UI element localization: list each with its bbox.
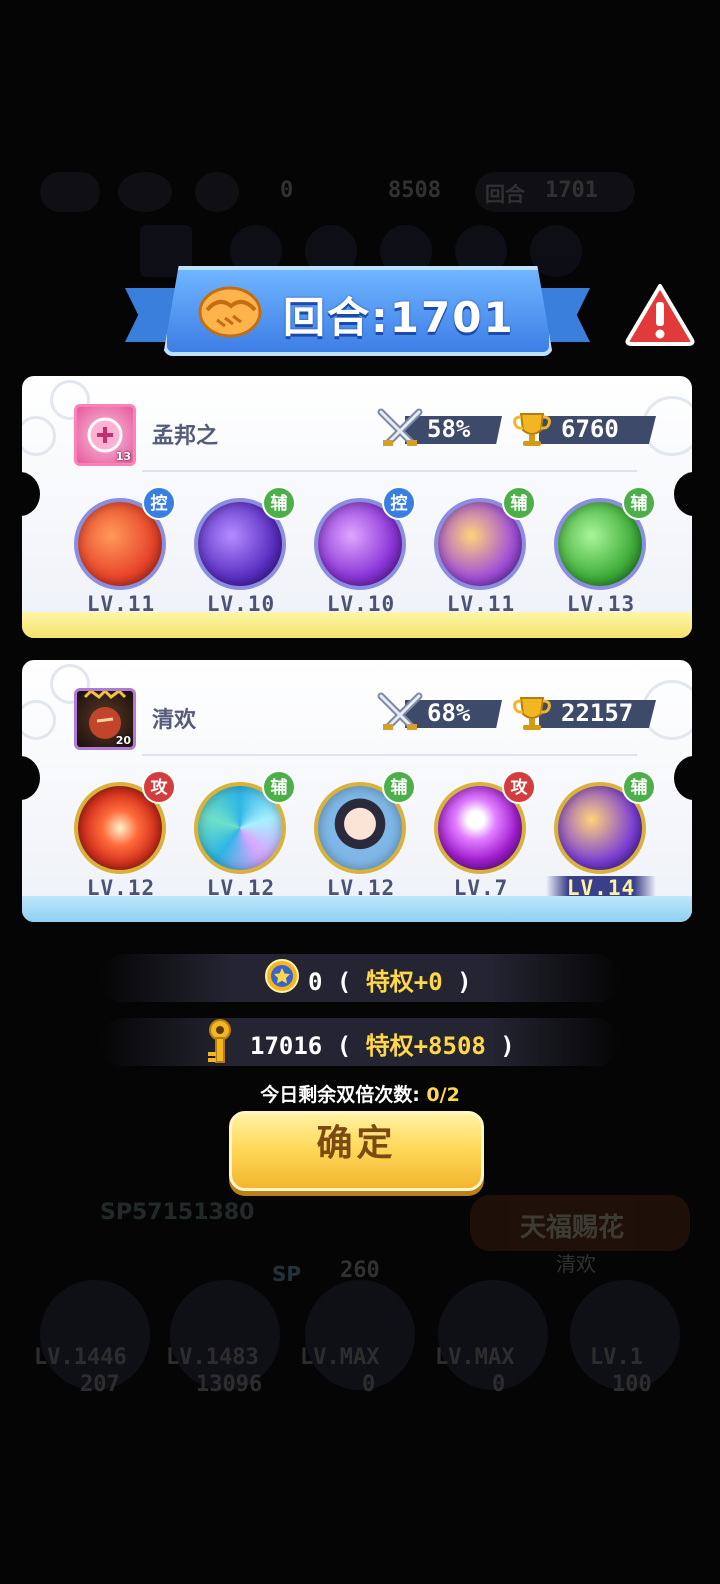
round-title: 回合:1701 — [283, 293, 515, 342]
coin-privilege-bonus: 特权+0 — [365, 968, 443, 996]
crossed-swords-icon — [377, 408, 423, 446]
bg-round-pill: 回合 1701 — [475, 172, 635, 212]
hero-slot[interactable]: 辅 LV.14 — [546, 770, 656, 900]
hero-slot[interactable]: 辅 LV.12 — [306, 770, 416, 900]
bg-round-value: 1701 — [545, 178, 598, 203]
bg-level-3: LV.MAX — [300, 1345, 380, 1370]
bg-sp-value: 260 — [340, 1258, 380, 1283]
coin-icon — [195, 172, 239, 212]
bg-sp-id: SP57151380 — [100, 1200, 255, 1225]
key-reward-row: 17016 ( 特权+8508 ) — [100, 1018, 620, 1066]
double-remaining-value: 0/2 — [426, 1084, 460, 1106]
background-bottom-heroes — [30, 1280, 700, 1410]
coin-reward-row: 0 ( 特权+0 ) — [100, 954, 620, 1002]
bg-level-2: LV.1483 — [166, 1345, 259, 1370]
handshake-icon — [198, 286, 262, 338]
bg-level-5: LV.1 — [590, 1345, 643, 1370]
coin-reward-value: 0 — [308, 968, 323, 996]
trophy-stat: 6760 — [511, 413, 656, 446]
bg-key-count: 8508 — [388, 178, 441, 203]
hero-slot[interactable]: 辅 LV.10 — [186, 486, 296, 616]
role-badge: 控 — [142, 486, 176, 520]
role-badge: 辅 — [262, 486, 296, 520]
key-icon — [208, 1019, 231, 1063]
role-badge: 攻 — [502, 770, 536, 804]
key-privilege-bonus: 特权+8508 — [365, 1032, 486, 1060]
role-badge: 辅 — [622, 486, 656, 520]
role-badge: 攻 — [142, 770, 176, 804]
role-badge: 辅 — [382, 770, 416, 804]
double-remaining-text: 今日剩余双倍次数: 0/2 — [0, 1080, 720, 1107]
role-badge: 控 — [382, 486, 416, 520]
bg-player-name: 清欢 — [556, 1252, 596, 1276]
player-panel-2: 20 清欢 68% 22157 攻 LV.12 辅 LV.12 辅 LV.12 … — [22, 660, 692, 922]
role-badge: 辅 — [502, 486, 536, 520]
hero-slot[interactable]: 辅 LV.12 — [186, 770, 296, 900]
exclamation-icon — [656, 302, 664, 326]
win-rate-value: 58% — [427, 415, 471, 443]
background-topbar: 0 8508 回合 1701 — [40, 172, 640, 212]
role-badge: 辅 — [262, 770, 296, 804]
bg-value-3: 0 — [362, 1372, 376, 1397]
confirm-button[interactable]: 确定 — [229, 1111, 484, 1191]
avatar[interactable]: 13 — [74, 404, 136, 466]
avatar — [118, 172, 172, 212]
hero-slot[interactable]: 控 LV.11 — [66, 486, 176, 616]
avatar-level: 20 — [115, 734, 131, 747]
report-warning-button[interactable] — [624, 282, 696, 348]
bg-sp-label: SP — [272, 1262, 302, 1286]
trophy-value: 22157 — [561, 699, 634, 727]
trophy-icon — [513, 697, 551, 730]
bg-value-1: 207 — [80, 1372, 120, 1397]
bg-coin-count: 0 — [280, 178, 294, 203]
avatar[interactable]: 20 — [74, 688, 136, 750]
hero-slot[interactable]: 辅 LV.11 — [426, 486, 536, 616]
bg-level-4: LV.MAX — [435, 1345, 515, 1370]
player-name: 清欢 — [152, 708, 197, 733]
event-logo: 天福赐花 — [470, 1195, 690, 1251]
double-remaining-label: 今日剩余双倍次数: — [260, 1084, 420, 1106]
trophy-icon — [513, 413, 551, 446]
role-badge: 辅 — [622, 770, 656, 804]
key-reward-value: 17016 — [250, 1032, 323, 1060]
hero-slot[interactable]: 辅 LV.13 — [546, 486, 656, 616]
back-arrow-icon — [40, 172, 100, 212]
hero-slot[interactable]: 控 LV.10 — [306, 486, 416, 616]
crossed-swords-icon — [377, 692, 423, 730]
star-coin-icon — [265, 959, 299, 993]
win-rate-stat: 68% — [377, 692, 502, 730]
player-name: 孟邦之 — [152, 424, 219, 449]
bg-round-label: 回合 — [485, 182, 525, 206]
round-banner: 回合:1701 — [125, 266, 590, 360]
bg-value-5: 100 — [612, 1372, 652, 1397]
avatar-level: 13 — [115, 450, 131, 463]
trophy-stat: 22157 — [511, 697, 656, 730]
bg-value-4: 0 — [492, 1372, 506, 1397]
player-panel-1: 13 孟邦之 58% 6760 控 LV.11 辅 LV.10 控 LV.10 … — [22, 376, 692, 638]
hero-slot[interactable]: 攻 LV.7 — [426, 770, 536, 900]
win-rate-stat: 58% — [377, 408, 502, 446]
win-rate-value: 68% — [427, 699, 471, 727]
bg-level-1: LV.1446 — [34, 1345, 127, 1370]
bg-value-2: 13096 — [196, 1372, 263, 1397]
hero-slot[interactable]: 攻 LV.12 — [66, 770, 176, 900]
confirm-button-label: 确定 — [316, 1123, 397, 1164]
hero-lineup: 攻 LV.12 辅 LV.12 辅 LV.12 攻 LV.7 辅 LV.14 — [66, 770, 666, 900]
trophy-value: 6760 — [561, 415, 619, 443]
hero-lineup: 控 LV.11 辅 LV.10 控 LV.10 辅 LV.11 辅 LV.13 — [66, 486, 666, 616]
